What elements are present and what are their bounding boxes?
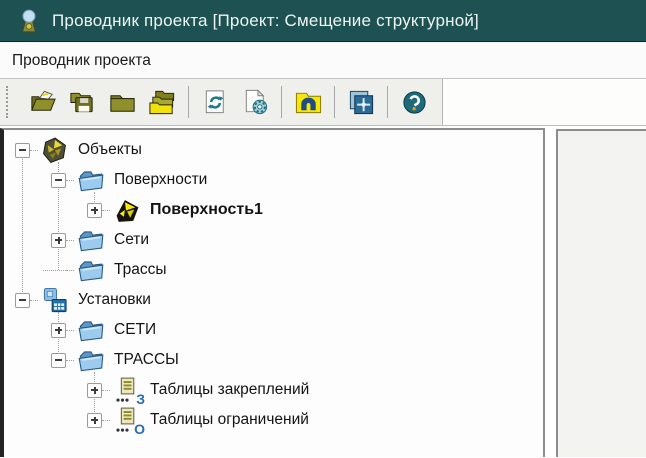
folder-open-icon (76, 257, 106, 284)
tree-item-objects[interactable]: Объекты (4, 135, 543, 165)
tree-item-installations[interactable]: Установки (4, 285, 543, 315)
fastening-table-icon: З (112, 377, 142, 404)
toolbar-separator (334, 86, 335, 118)
page-settings-button[interactable] (237, 83, 273, 121)
open-project-icon (28, 88, 57, 117)
page-settings-icon (241, 88, 270, 117)
expand-icon[interactable] (51, 233, 66, 248)
expand-icon[interactable] (87, 203, 102, 218)
tree-item-fastening-tables[interactable]: З Таблицы закреплений (4, 375, 543, 405)
save-project-icon (68, 88, 97, 117)
folder-open-icon (76, 227, 106, 254)
project-tree: Объекты Поверхности Поверхность1 Сети (4, 130, 543, 435)
objects-icon (40, 137, 70, 164)
project-explorer-window: Проводник проекта [Проект: Смещение стру… (0, 0, 646, 458)
shared-folder-icon (294, 88, 323, 117)
installations-icon (40, 287, 70, 314)
plan-view-icon (347, 88, 376, 117)
folders-stack-button[interactable] (144, 83, 180, 121)
tree-item-networks-settings[interactable]: СЕТИ (4, 315, 543, 345)
toolbar-separator (188, 86, 189, 118)
window-title: Проводник проекта [Проект: Смещение стру… (52, 11, 479, 31)
open-project-button[interactable] (24, 83, 60, 121)
tree-item-surface1[interactable]: Поверхность1 (4, 195, 543, 225)
expand-icon[interactable] (51, 323, 66, 338)
folder-icon (108, 88, 137, 117)
help-icon (400, 88, 429, 117)
menu-bar: Проводник проекта (0, 42, 646, 79)
title-bar: Проводник проекта [Проект: Смещение стру… (0, 0, 646, 42)
expand-icon[interactable] (87, 413, 102, 428)
refresh-icon (201, 88, 230, 117)
toolbar-grip[interactable] (6, 86, 14, 118)
folder-button[interactable] (104, 83, 140, 121)
collapse-icon[interactable] (51, 353, 66, 368)
tree-item-routes[interactable]: Трассы (4, 255, 543, 285)
save-project-button[interactable] (64, 83, 100, 121)
folder-open-icon (76, 347, 106, 374)
folder-open-icon (76, 167, 106, 194)
tree-item-surfaces[interactable]: Поверхности (4, 165, 543, 195)
collapse-icon[interactable] (15, 293, 30, 308)
collapse-icon[interactable] (15, 143, 30, 158)
tree-item-routes-settings[interactable]: ТРАССЫ (4, 345, 543, 375)
main-area: Объекты Поверхности Поверхность1 Сети (0, 126, 646, 457)
tree-item-networks[interactable]: Сети (4, 225, 543, 255)
expand-icon[interactable] (87, 383, 102, 398)
toolbar-icon-group (0, 79, 443, 125)
project-tree-panel: Объекты Поверхности Поверхность1 Сети (0, 128, 545, 457)
toolbar-empty-area (443, 79, 646, 125)
toolbar-separator (281, 86, 282, 118)
folders-stack-icon (148, 88, 177, 117)
plan-view-button[interactable] (343, 83, 379, 121)
toolbar-separator (387, 86, 388, 118)
tree-item-restriction-tables[interactable]: О Таблицы ограничений (4, 405, 543, 435)
surface-icon (112, 197, 142, 224)
shared-folder-button[interactable] (290, 83, 326, 121)
app-icon (16, 8, 42, 34)
tree-leaf-connector (51, 263, 66, 278)
collapse-icon[interactable] (51, 173, 66, 188)
refresh-button[interactable] (197, 83, 233, 121)
toolbar (0, 79, 646, 126)
menu-project-explorer[interactable]: Проводник проекта (0, 43, 161, 78)
restriction-table-icon: О (112, 407, 142, 434)
folder-open-icon (76, 317, 106, 344)
help-button[interactable] (396, 83, 432, 121)
detail-panel (556, 129, 646, 457)
